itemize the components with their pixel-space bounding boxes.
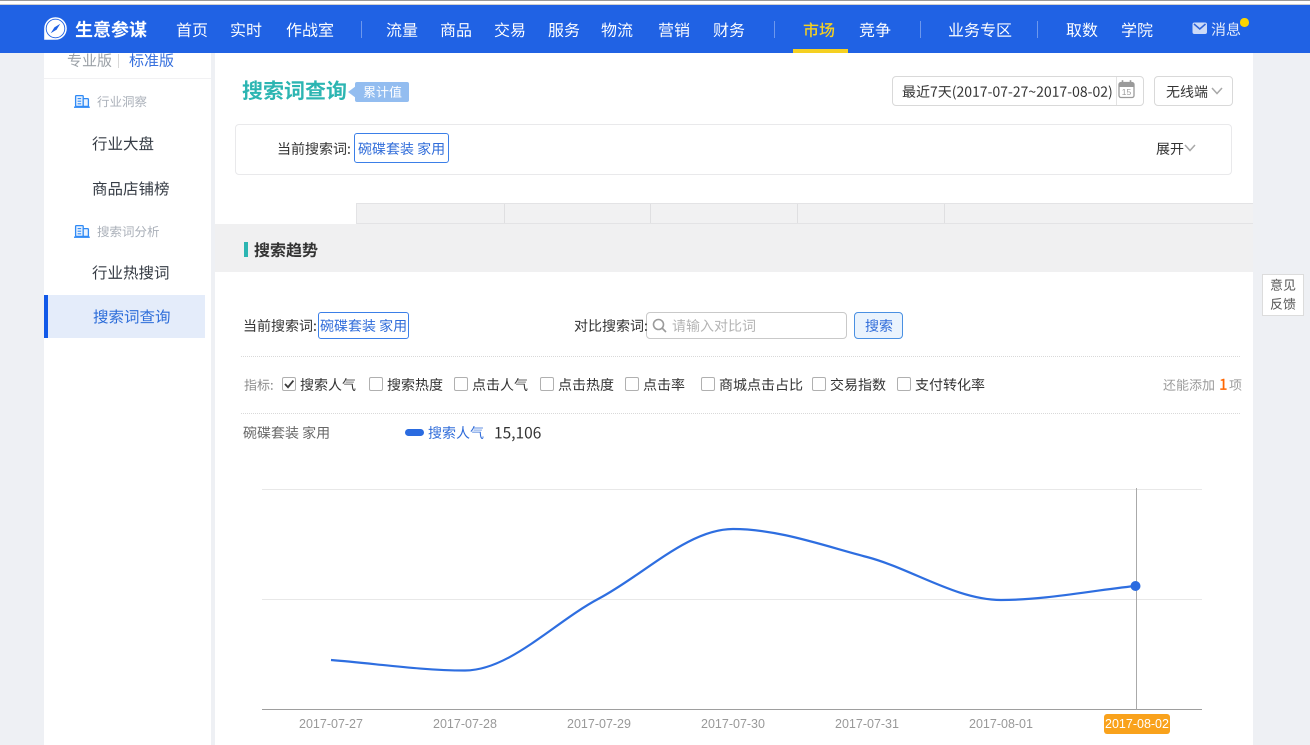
svg-text:15: 15: [1122, 87, 1132, 97]
